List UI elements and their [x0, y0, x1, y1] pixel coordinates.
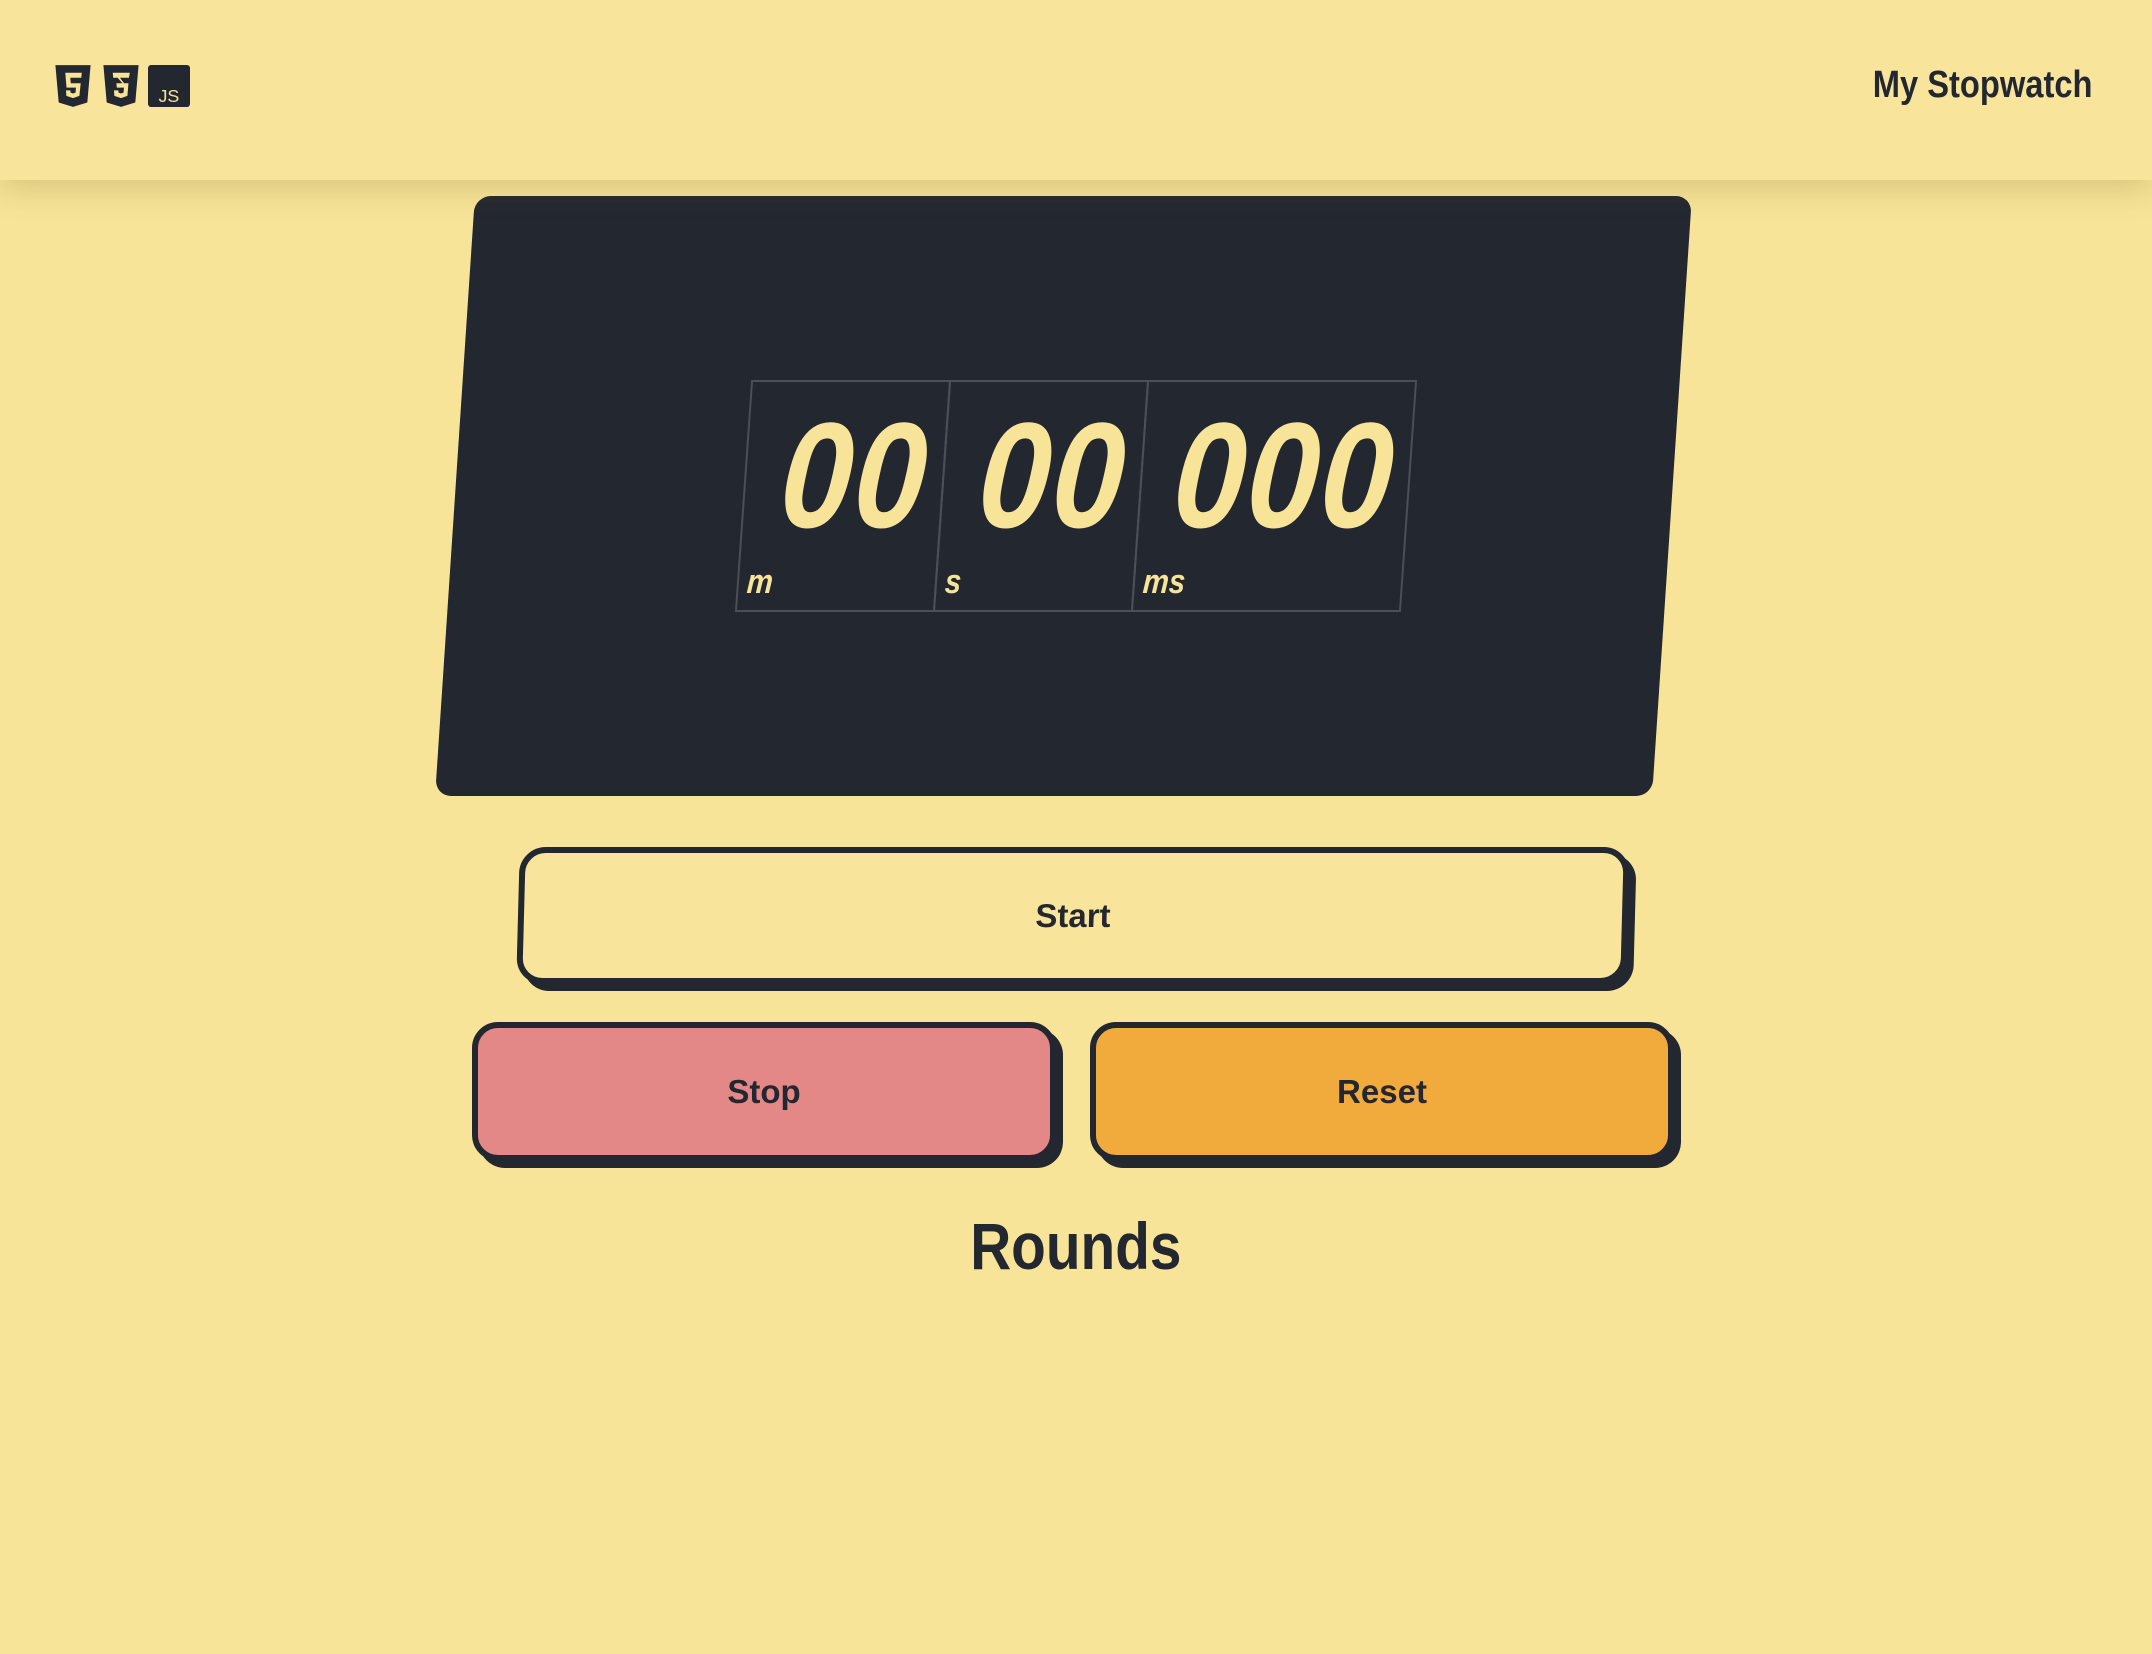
html5-icon — [55, 65, 91, 107]
rounds-list — [472, 1310, 1674, 1320]
css3-icon — [103, 65, 139, 107]
rounds-heading-text: Rounds — [970, 1209, 1182, 1283]
minutes-unit-label: m — [745, 563, 775, 601]
start-button[interactable]: Start — [516, 847, 1630, 984]
svg-text:JS: JS — [159, 86, 180, 106]
seconds-value: 00 — [973, 391, 1133, 559]
milliseconds-segment: 000 ms — [1130, 380, 1418, 612]
minutes-value: 00 — [775, 391, 935, 559]
time-readout: 00 m 00 s 000 ms — [734, 380, 1418, 612]
app-title: My Stopwatch — [1872, 64, 2092, 106]
seconds-unit-label: s — [943, 563, 963, 601]
javascript-icon: JS — [148, 65, 190, 107]
milliseconds-value: 000 — [1168, 391, 1401, 559]
stop-button[interactable]: Stop — [472, 1022, 1056, 1161]
tech-icons: JS — [52, 64, 190, 108]
rounds-heading: Rounds — [0, 1208, 2152, 1284]
seconds-segment: 00 s — [932, 380, 1150, 612]
milliseconds-unit-label: ms — [1141, 563, 1187, 601]
minutes-segment: 00 m — [734, 380, 952, 612]
app-header: JS My Stopwatch — [0, 0, 2152, 180]
reset-button[interactable]: Reset — [1090, 1022, 1674, 1161]
